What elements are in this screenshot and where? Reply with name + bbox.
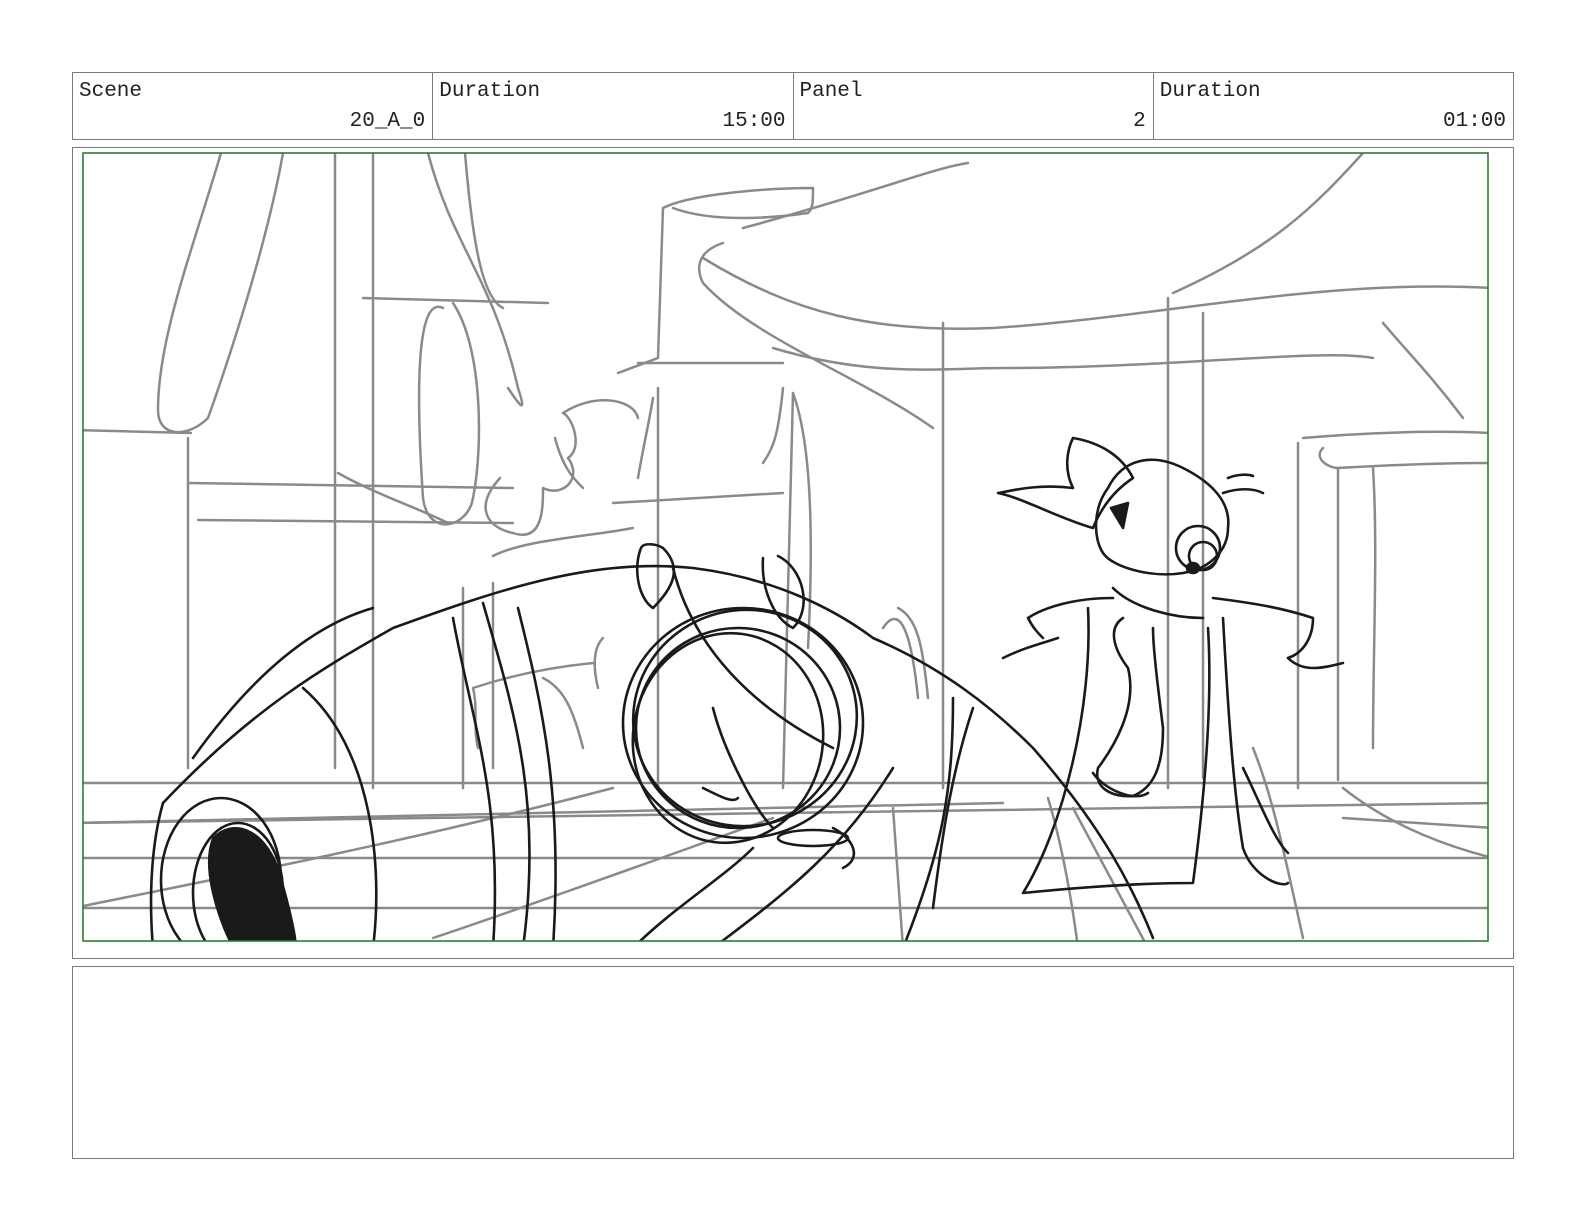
scene-duration-label: Duration: [439, 80, 541, 103]
storyboard-sketch: [82, 152, 1489, 942]
panel-duration-value: 01:00: [1442, 110, 1506, 133]
panel-header: Scene 20_A_0 Duration 15:00 Panel 2 Dura…: [72, 72, 1514, 140]
panel-value: 2: [1133, 110, 1146, 133]
background-sketch: [83, 153, 1488, 941]
tube-opening-shadow: [208, 827, 297, 941]
scene-value: 20_A_0: [349, 110, 426, 133]
storyboard-panel-frame: [72, 147, 1514, 959]
panel-duration-label: Duration: [1159, 80, 1261, 103]
scene-label: Scene: [79, 80, 143, 103]
scene-duration-cell: Duration 15:00: [433, 73, 794, 139]
scene-cell: Scene 20_A_0: [73, 73, 434, 139]
panel-cell: Panel 2: [794, 73, 1154, 139]
panel-notes-area[interactable]: [72, 966, 1514, 1159]
foreground-sketch: [149, 436, 1345, 941]
panel-label: Panel: [799, 80, 863, 103]
scene-duration-value: 15:00: [722, 110, 786, 133]
character-sketch: [996, 436, 1345, 895]
panel-duration-cell: Duration 01:00: [1154, 73, 1513, 139]
